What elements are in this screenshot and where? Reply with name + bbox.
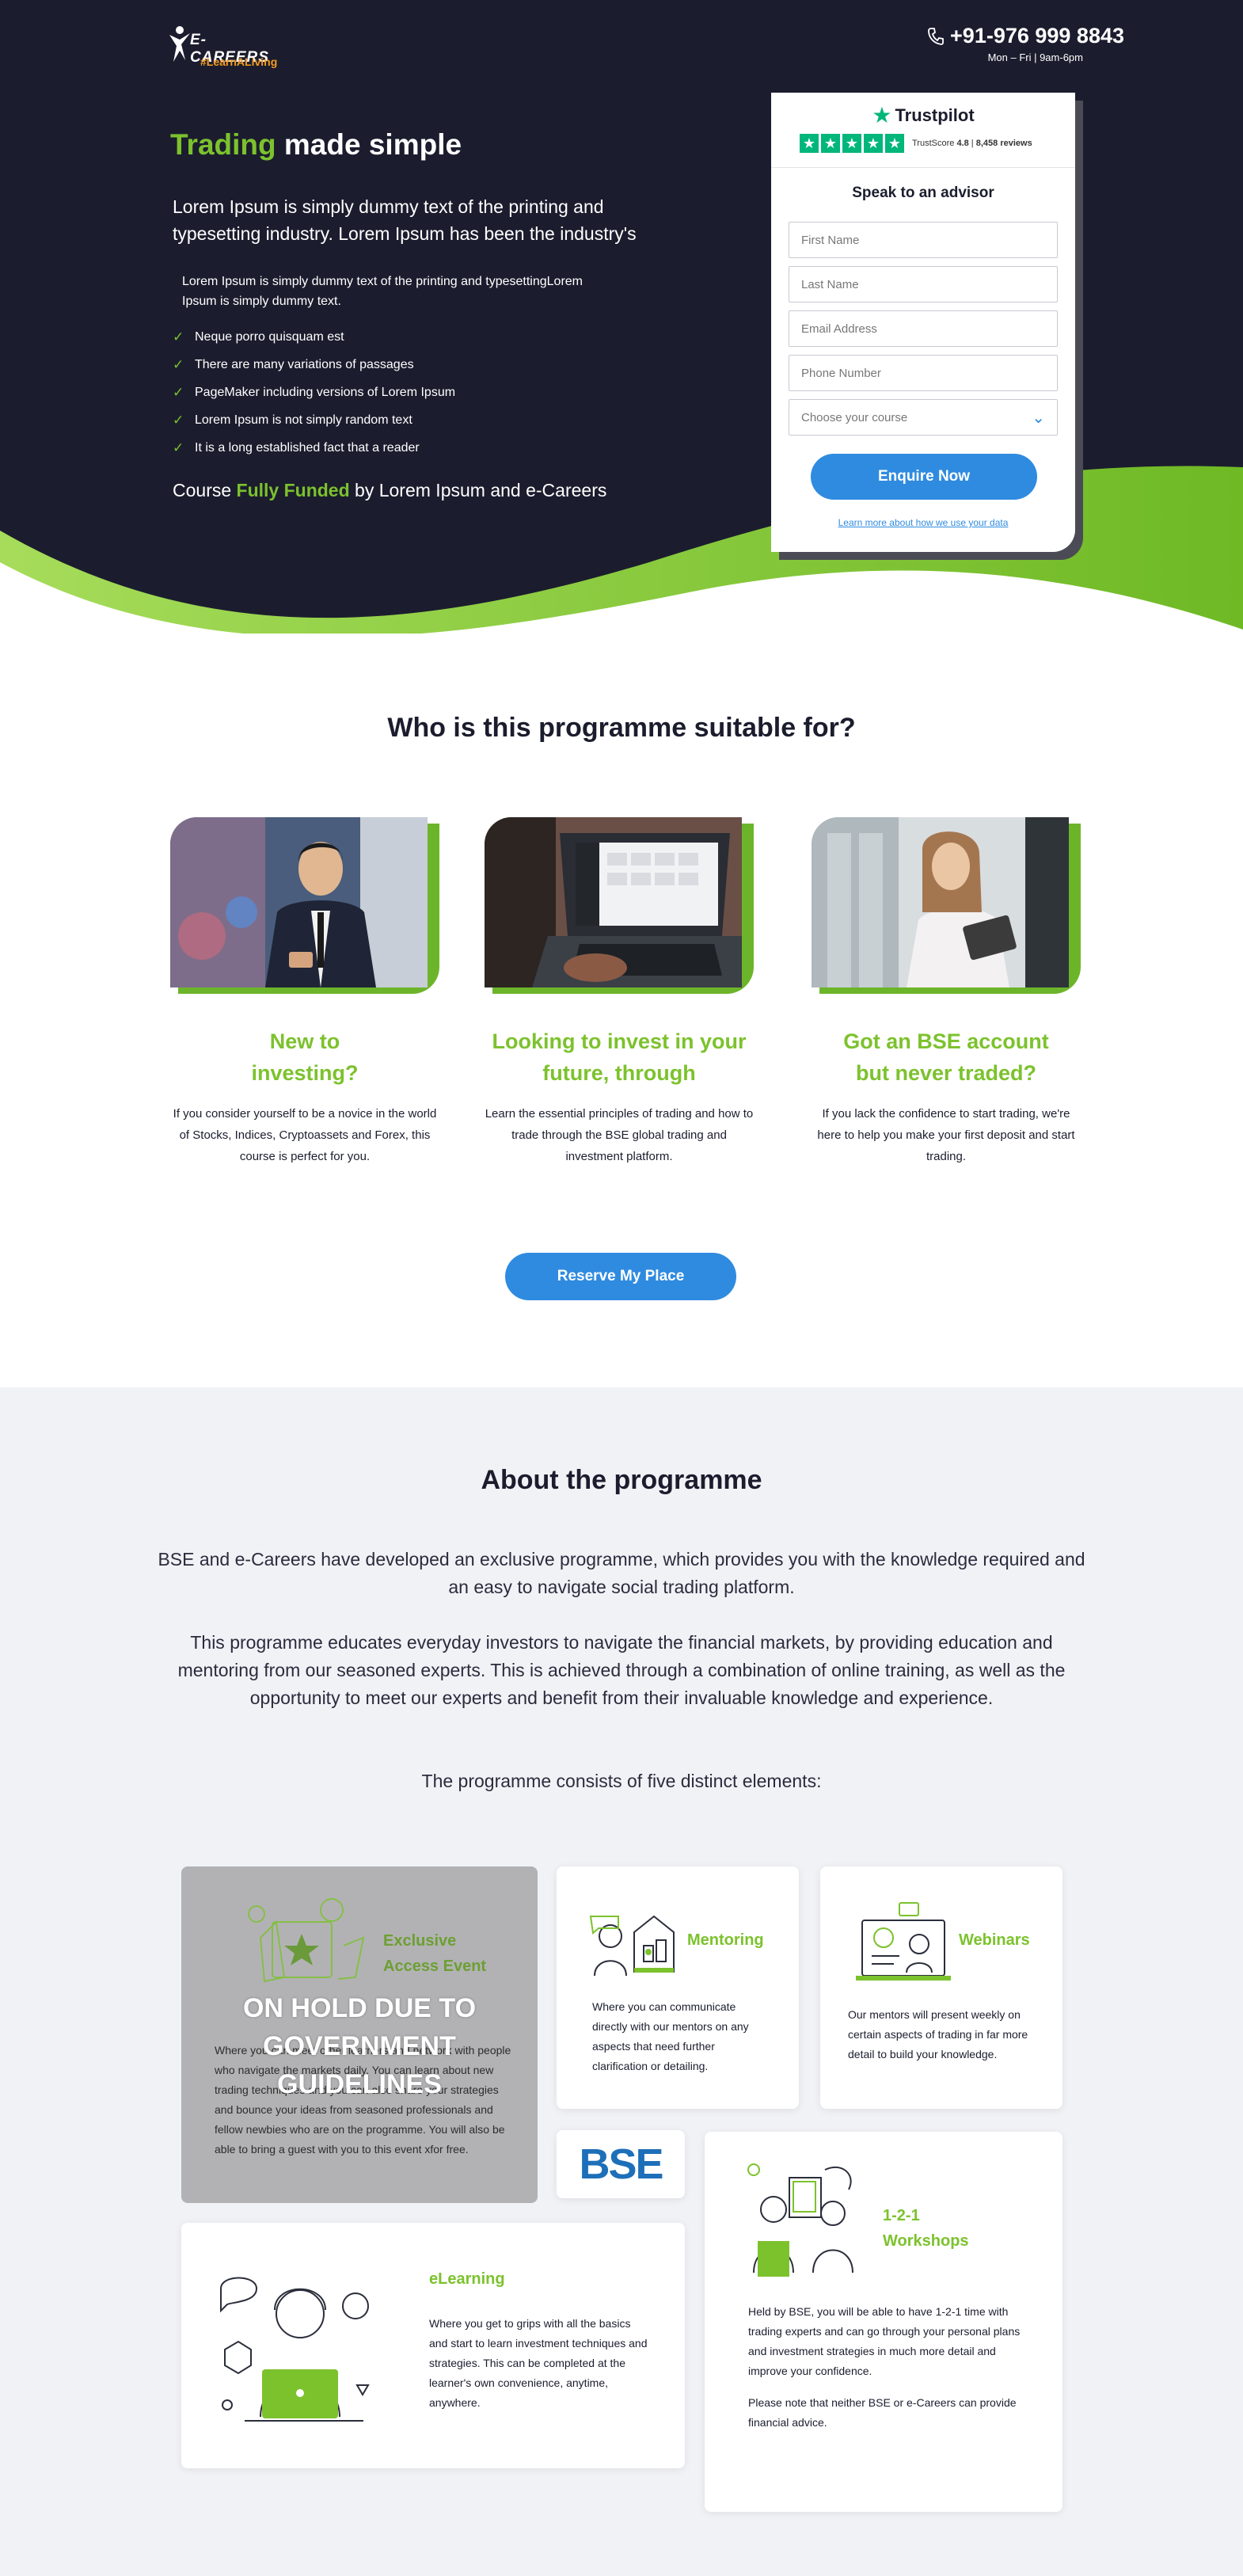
trustpilot-rating: ★ ★ ★ ★ ★ TrustScore 4.8 | 8,458 reviews	[800, 134, 1032, 153]
star-icon: ★	[842, 134, 861, 153]
star-icon: ★	[864, 134, 883, 153]
card-image-novice	[170, 817, 439, 994]
divider	[771, 167, 1075, 168]
trustpilot-header[interactable]: ★ Trustpilot	[771, 102, 1075, 128]
workshops-note: Please note that neither BSE or e-Career…	[748, 2396, 1017, 2429]
mentoring-icon	[589, 1915, 675, 1977]
list-item: ✓ PageMaker including versions of Lorem I…	[173, 384, 456, 400]
about-title: About the programme	[481, 1465, 762, 1495]
event-illustration-icon	[248, 1898, 365, 1983]
rating-stars: ★ ★ ★ ★ ★	[800, 134, 904, 153]
star-icon: ★	[821, 134, 840, 153]
card-title-invest: Looking to invest in your future, through	[492, 1029, 747, 1085]
elearning-title: eLearning	[429, 2270, 505, 2288]
workshops-text: Held by BSE, you will be able to have 1-…	[748, 2305, 1021, 2377]
elearning-icon	[220, 2277, 370, 2422]
hero-title-highlight: Trading	[170, 128, 276, 161]
star-icon: ★	[885, 134, 904, 153]
list-item: ✓ There are many variations of passages	[173, 356, 414, 372]
suitable-section-title: Who is this programme suitable for?	[387, 713, 856, 743]
hero-bullet-list: ✓ Neque porro quisquam est ✓ There are man…	[173, 323, 455, 462]
about-section: About the programme BSE and e-Careers ha…	[0, 1387, 1243, 2576]
course-select[interactable]: Choose your course ⌄	[789, 399, 1058, 436]
hero-title: Trading made simple	[170, 128, 462, 162]
card-title-novice: New to investing?	[251, 1029, 359, 1085]
card-text-invest: Learn the essential principles of tradin…	[485, 1107, 754, 1163]
webinars-card: Webinars Our mentors will present weekly…	[820, 1866, 1062, 2109]
logo-tagline: #LearnALiving	[200, 55, 278, 68]
mentoring-title: Mentoring	[687, 1931, 764, 1949]
chevron-down-icon: ⌄	[1032, 409, 1045, 427]
elearning-text: Where you get to grips with all the basi…	[429, 2317, 648, 2409]
course-select-value: Choose your course	[801, 410, 908, 424]
check-icon: ✓	[173, 329, 184, 344]
data-policy-link[interactable]: Learn more about how we use your data	[771, 517, 1075, 528]
card-title-bse-account: Got an BSE account but never traded?	[843, 1029, 1049, 1085]
about-paragraph-3: The programme consists of five distinct …	[421, 1771, 822, 1791]
about-paragraph-2: This programme educates everyday investo…	[177, 1632, 1066, 1708]
mentoring-text: Where you can communicate directly with …	[592, 2000, 749, 2072]
check-icon: ✓	[173, 384, 184, 400]
hero-title-rest: made simple	[276, 128, 462, 161]
webinars-text: Our mentors will present weekly on certa…	[848, 2008, 1028, 2060]
check-icon: ✓	[173, 412, 184, 428]
hero-subtext: Lorem Ipsum is simply dummy text of the …	[182, 275, 583, 308]
card-image-invest	[485, 817, 754, 994]
exclusive-access-title: Exclusive Access Event	[383, 1932, 487, 1975]
star-icon: ★	[800, 134, 819, 153]
ecareers-logo[interactable]: E-CAREERS #LearnALiving	[166, 24, 285, 73]
phone-icon	[928, 27, 944, 45]
trustpilot-star-icon: ★	[872, 103, 892, 127]
trustscore: TrustScore 4.8 | 8,458 reviews	[912, 139, 1032, 148]
list-item: ✓ Neque porro quisquam est	[173, 329, 344, 344]
about-paragraph-1: BSE and e-Careers have developed an excl…	[158, 1549, 1085, 1597]
funding-statement: Course Fully Funded by Lorem Ipsum and e…	[173, 480, 607, 500]
list-item: ✓ It is a long established fact that a re…	[173, 439, 420, 455]
mentoring-card: Mentoring Where you can communicate dire…	[557, 1866, 799, 2109]
phone-link[interactable]: +91-976 999 8843	[928, 24, 1124, 48]
photo-laptop-trading	[485, 817, 742, 987]
photo-woman-tablet	[812, 817, 1069, 987]
photo-businessman-phone	[170, 817, 428, 987]
bse-logo: BSE	[557, 2130, 685, 2198]
webinars-icon	[856, 1902, 951, 1981]
workshops-card: 1-2-1 Workshops Held by BSE, you will be…	[705, 2132, 1062, 2512]
last-name-field[interactable]	[789, 266, 1058, 302]
phone-number: +91-976 999 8843	[950, 24, 1124, 48]
hero-lead: Lorem Ipsum is simply dummy text of the …	[173, 196, 637, 244]
enquiry-form: ★ Trustpilot ★ ★ ★ ★ ★ TrustScore 4.8 | 8…	[771, 93, 1075, 552]
card-image-bse-account	[812, 817, 1081, 994]
workshops-title: 1-2-1 Workshops	[883, 2207, 969, 2250]
list-item: ✓ Lorem Ipsum is not simply random text	[173, 412, 412, 428]
webinars-title: Webinars	[959, 1931, 1030, 1949]
email-field[interactable]	[789, 310, 1058, 347]
card-text-novice: If you consider yourself to be a novice …	[173, 1107, 437, 1163]
exclusive-access-card: Exclusive Access Event Where you can mee…	[181, 1866, 538, 2203]
hero-section: E-CAREERS #LearnALiving +91-976 999 8843…	[0, 0, 1243, 634]
elearning-card: eLearning Where you get to grips with al…	[181, 2223, 685, 2468]
workshops-icon	[747, 2163, 853, 2277]
check-icon: ✓	[173, 439, 184, 455]
trustpilot-label: Trustpilot	[895, 105, 975, 125]
phone-field[interactable]	[789, 355, 1058, 391]
reserve-my-place-button[interactable]: Reserve My Place	[505, 1253, 736, 1300]
form-heading: Speak to an advisor	[852, 185, 994, 201]
check-icon: ✓	[173, 356, 184, 372]
first-name-field[interactable]	[789, 222, 1058, 258]
office-hours: Mon – Fri | 9am-6pm	[987, 51, 1083, 63]
on-hold-overlay: ON HOLD DUE TO GOVERNMENT GUIDELINES	[242, 1993, 477, 2099]
card-text-bse-account: If you lack the confidence to start trad…	[817, 1107, 1075, 1163]
contact-block: +91-976 999 8843 Mon – Fri | 9am-6pm	[928, 24, 1124, 63]
enquire-now-button[interactable]: Enquire Now	[811, 454, 1037, 500]
logo-figure-icon	[169, 26, 190, 62]
